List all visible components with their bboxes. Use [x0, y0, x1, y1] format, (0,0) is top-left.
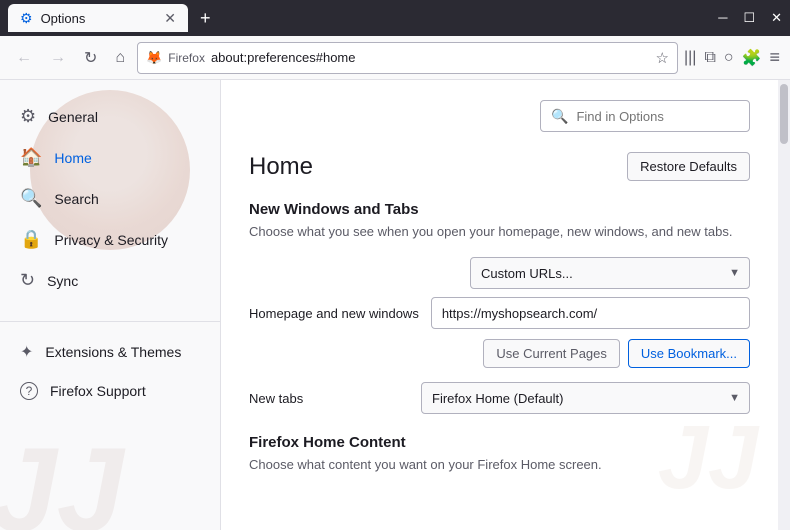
- scrollbar-track[interactable]: [778, 80, 790, 530]
- page-title: Home: [249, 153, 313, 181]
- scrollbar-thumb[interactable]: [780, 84, 788, 144]
- sync-icon: ↻: [20, 270, 35, 291]
- extensions-themes-icon: ✦: [20, 342, 33, 362]
- close-window-button[interactable]: ✕: [771, 10, 782, 26]
- main-layout: ⚙ General 🏠 Home 🔍 Search 🔒 Privacy & Se…: [0, 80, 790, 530]
- tab-title: Options: [41, 11, 149, 26]
- new-tabs-dropdown[interactable]: Firefox Home (Default): [421, 382, 750, 414]
- window-controls: ─ ☐ ✕: [718, 10, 782, 26]
- use-bookmark-button[interactable]: Use Bookmark...: [628, 339, 750, 368]
- support-icon: ?: [20, 382, 38, 400]
- general-icon: ⚙: [20, 106, 36, 127]
- browser-icon: 🦊: [146, 50, 162, 66]
- bookmark-star-icon[interactable]: ☆: [656, 49, 669, 67]
- section1-title: New Windows and Tabs: [249, 201, 750, 218]
- sidebar: ⚙ General 🏠 Home 🔍 Search 🔒 Privacy & Se…: [0, 80, 220, 530]
- section1-desc: Choose what you see when you open your h…: [249, 224, 750, 239]
- homepage-url-input[interactable]: [431, 297, 750, 329]
- account-icon[interactable]: ○: [724, 49, 734, 67]
- find-options-input[interactable]: [576, 109, 739, 124]
- section2-title: Firefox Home Content: [249, 434, 750, 451]
- new-tabs-row: New tabs Firefox Home (Default) ▼: [249, 382, 750, 414]
- sidebar-label-home: Home: [54, 150, 91, 166]
- collections-icon[interactable]: |||: [684, 49, 696, 67]
- firefox-home-content-section: Firefox Home Content Choose what content…: [249, 434, 750, 472]
- homepage-type-dropdown[interactable]: Custom URLs...: [470, 257, 750, 289]
- forward-button[interactable]: →: [44, 45, 72, 71]
- nav-bar: ← → ↻ ⌂ 🦊 Firefox about:preferences#home…: [0, 36, 790, 80]
- sidebar-label-privacy: Privacy & Security: [54, 232, 168, 248]
- homepage-buttons-row: Use Current Pages Use Bookmark...: [249, 339, 750, 368]
- sidebar-item-extensions[interactable]: ✦ Extensions & Themes: [0, 332, 220, 372]
- new-tabs-dropdown-wrap: Firefox Home (Default) ▼: [421, 382, 750, 414]
- sidebar-item-search[interactable]: 🔍 Search: [0, 178, 220, 219]
- new-windows-tabs-section: New Windows and Tabs Choose what you see…: [249, 201, 750, 414]
- home-button[interactable]: ⌂: [109, 45, 131, 71]
- sidebar-item-privacy[interactable]: 🔒 Privacy & Security: [0, 219, 220, 260]
- minimize-button[interactable]: ─: [718, 10, 727, 26]
- tab-icon: ⚙: [20, 10, 33, 27]
- new-tabs-label: New tabs: [249, 391, 409, 406]
- lock-icon: 🔒: [20, 229, 42, 250]
- homepage-dropdown-row: Custom URLs... ▼: [249, 257, 750, 289]
- address-bar[interactable]: 🦊 Firefox about:preferences#home ☆: [137, 42, 678, 74]
- homepage-type-value: Custom URLs...: [481, 266, 573, 281]
- sidebar-label-general: General: [48, 109, 98, 125]
- back-button[interactable]: ←: [10, 45, 38, 71]
- browser-tab[interactable]: ⚙ Options ✕: [8, 4, 188, 32]
- address-brand: Firefox: [168, 51, 205, 65]
- homepage-label: Homepage and new windows: [249, 306, 419, 321]
- homepage-url-row: Homepage and new windows: [249, 297, 750, 329]
- reload-button[interactable]: ↻: [78, 44, 103, 72]
- search-icon: 🔍: [20, 188, 42, 209]
- sidebar-label-extensions: Extensions & Themes: [45, 344, 181, 360]
- tab-close-button[interactable]: ✕: [164, 10, 176, 27]
- sidebar-label-support: Firefox Support: [50, 383, 146, 399]
- sidebar-label-search: Search: [54, 191, 98, 207]
- sidebar-item-support[interactable]: ? Firefox Support: [0, 372, 220, 410]
- sidebar-item-sync[interactable]: ↻ Sync: [0, 260, 220, 301]
- section2-desc: Choose what content you want on your Fir…: [249, 457, 750, 472]
- use-current-pages-button[interactable]: Use Current Pages: [483, 339, 620, 368]
- page-header: Home Restore Defaults: [249, 152, 750, 181]
- find-options-input-wrap[interactable]: 🔍: [540, 100, 750, 132]
- tabs-icon[interactable]: ⧉: [704, 49, 715, 67]
- title-bar: ⚙ Options ✕ + ─ ☐ ✕: [0, 0, 790, 36]
- new-tab-button[interactable]: +: [200, 8, 211, 29]
- address-url: about:preferences#home: [211, 50, 650, 65]
- menu-button[interactable]: ≡: [769, 47, 780, 68]
- nav-right-controls: ||| ⧉ ○ 🧩 ≡: [684, 47, 780, 68]
- homepage-type-dropdown-wrap: Custom URLs... ▼: [470, 257, 750, 289]
- sidebar-item-general[interactable]: ⚙ General: [0, 96, 220, 137]
- extensions-icon[interactable]: 🧩: [742, 48, 762, 68]
- maximize-button[interactable]: ☐: [743, 10, 755, 26]
- sidebar-item-home[interactable]: 🏠 Home: [0, 137, 220, 178]
- sidebar-bottom-section: ✦ Extensions & Themes ? Firefox Support: [0, 321, 220, 410]
- content-area: 🔍 Home Restore Defaults New Windows and …: [220, 80, 778, 530]
- find-options-bar: 🔍: [249, 100, 750, 132]
- restore-defaults-button[interactable]: Restore Defaults: [627, 152, 750, 181]
- home-icon: 🏠: [20, 147, 42, 168]
- sidebar-watermark: JJ: [0, 430, 123, 530]
- sidebar-label-sync: Sync: [47, 273, 78, 289]
- find-search-icon: 🔍: [551, 108, 568, 125]
